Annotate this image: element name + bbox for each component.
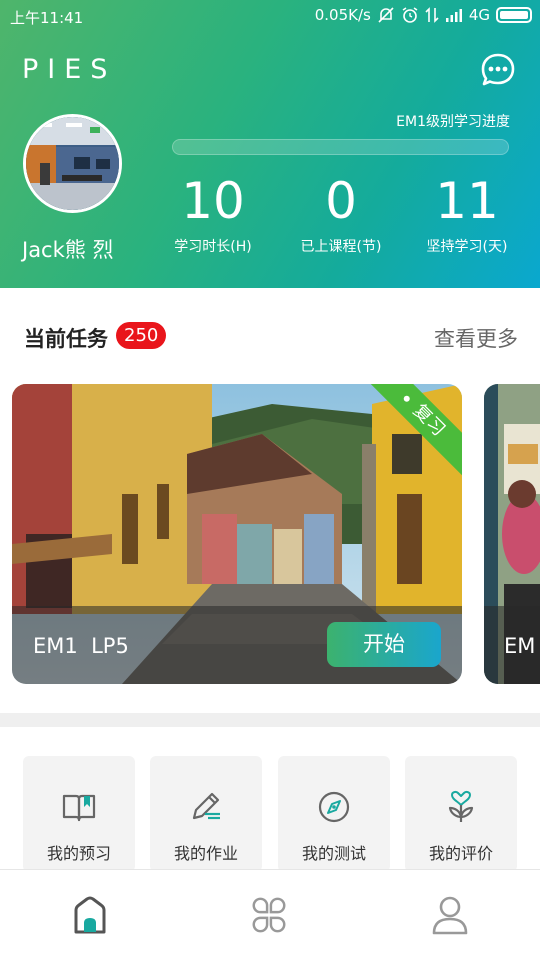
data-transfer-icon [425,7,439,23]
stat-study-hours: 10 学习时长(H) [153,170,273,256]
stat-lessons-taken: 0 已上课程(节) [281,170,401,256]
apps-icon[interactable] [249,894,289,936]
task-card[interactable]: EM [484,384,540,684]
tile-my-evaluation[interactable]: 我的评价 [405,756,517,872]
tile-my-homework[interactable]: 我的作业 [150,756,262,872]
network-speed: 0.05K/s [314,6,371,24]
tile-label: 我的作业 [173,844,238,863]
alarm-icon [402,7,418,23]
status-indicators: 0.05K/s 4G [315,6,532,24]
chat-bubble-icon[interactable] [479,51,517,89]
tile-my-test[interactable]: 我的测试 [278,756,390,872]
tile-my-preview[interactable]: 我的预习 [23,756,135,872]
user-icon[interactable] [430,894,470,936]
tile-label: 我的评价 [428,844,493,863]
status-time: 上午11:41 [10,9,84,27]
level-progress-bar [172,139,509,155]
pencil-icon [192,792,220,820]
signal-icon [445,9,462,22]
app-logo: PIES [22,54,117,85]
heart-plant-icon [448,790,474,822]
bottom-navigation [0,869,540,960]
network-type: 4G [468,6,490,24]
battery-icon [496,7,532,23]
profile-header: 上午11:41 0.05K/s 4G PIES Jack熊 烈 EM1级别学习进… [0,0,540,288]
stat-label: 学习时长(H) [174,239,252,255]
current-tasks-title: 当前任务 [24,327,108,351]
start-button[interactable]: 开始 [327,622,441,667]
tile-label: 我的测试 [301,844,366,863]
stat-label: 坚持学习(天) [426,239,508,255]
level-progress-label: EM1级别学习进度 [396,114,510,130]
stat-value: 10 [181,172,245,230]
username: Jack熊 烈 [22,238,114,262]
task-count-badge: 250 [116,322,167,349]
see-more-link[interactable]: 查看更多 [434,323,518,353]
lesson-code: EM [504,634,536,658]
home-icon[interactable] [70,894,110,936]
status-bar: 上午11:41 0.05K/s 4G [0,0,540,32]
stat-streak-days: 11 坚持学习(天) [407,170,527,256]
app-screen: 上午11:41 0.05K/s 4G PIES Jack熊 烈 EM1级别学习进… [0,0,540,960]
stat-value: 0 [325,172,357,230]
avatar[interactable] [23,114,122,213]
tile-label: 我的预习 [46,844,111,863]
section-divider [0,713,540,727]
stat-value: 11 [435,172,499,230]
stat-label: 已上课程(节) [300,239,382,255]
task-card[interactable]: 复习 EM1 LP5 开始 [12,384,462,684]
open-book-icon [62,794,96,822]
compass-icon [318,791,350,823]
lesson-code: EM1 LP5 [33,634,129,658]
mute-bell-icon [378,7,394,23]
